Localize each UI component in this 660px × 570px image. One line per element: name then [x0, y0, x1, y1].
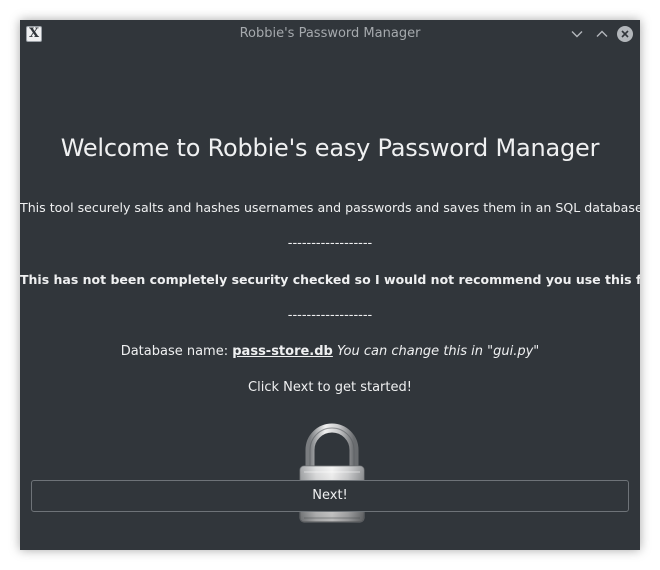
description-text: This tool securely salts and hashes user… [20, 200, 640, 215]
close-icon [617, 26, 633, 42]
next-button[interactable]: Next! [31, 480, 629, 512]
minimize-button[interactable] [568, 25, 586, 43]
chevron-down-icon [571, 31, 583, 38]
app-window: X Robbie's Password Manager Welcome to R… [20, 20, 640, 550]
titlebar[interactable]: X Robbie's Password Manager [20, 20, 640, 48]
database-info: Database name: pass-store.db You can cha… [20, 344, 640, 359]
maximize-button[interactable] [593, 25, 611, 43]
database-label: Database name: [120, 344, 229, 359]
warning-text: This has not been completely security ch… [20, 272, 640, 287]
separator-line: ------------------ [287, 236, 373, 251]
chevron-up-icon [596, 30, 608, 37]
welcome-page: Welcome to Robbie's easy Password Manage… [20, 48, 640, 550]
call-to-action-text: Click Next to get started! [248, 380, 412, 395]
database-name: pass-store.db [232, 344, 333, 359]
database-hint: You can change this in "gui.py" [337, 344, 540, 359]
page-title: Welcome to Robbie's easy Password Manage… [60, 134, 600, 162]
window-title: Robbie's Password Manager [239, 26, 421, 41]
close-button[interactable] [616, 25, 634, 43]
separator-line: ------------------ [287, 308, 373, 323]
